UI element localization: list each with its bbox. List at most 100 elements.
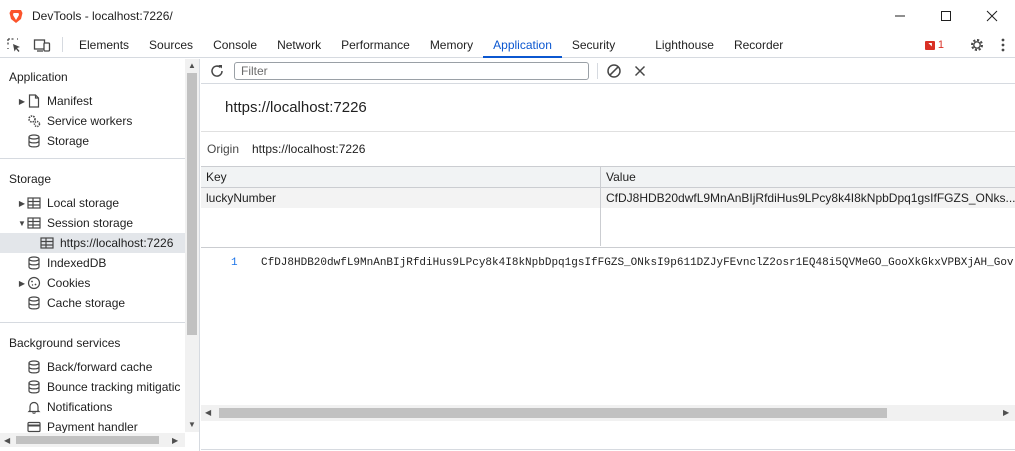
gears-icon	[27, 114, 41, 128]
sidebar-item-cache-storage[interactable]: Cache storage	[0, 293, 199, 313]
scrollbar-thumb[interactable]	[187, 73, 197, 335]
window-title: DevTools - localhost:7226/	[32, 9, 173, 23]
tab-recorder[interactable]: Recorder	[724, 32, 793, 57]
issues-counter[interactable]: 1	[924, 39, 944, 51]
toolbar-divider	[597, 63, 598, 79]
scroll-down-arrow-icon[interactable]: ▼	[188, 420, 196, 429]
sidebar-item-indexeddb[interactable]: IndexedDB	[0, 253, 199, 273]
section-background-header: Background services	[9, 336, 121, 350]
empty-cell	[601, 227, 1015, 246]
scroll-right-arrow-icon[interactable]: ▶	[1003, 408, 1009, 417]
sidebar-item-label: Local storage	[47, 196, 120, 210]
cookie-icon	[27, 276, 41, 290]
card-icon	[27, 420, 41, 434]
sidebar-item-label: Back/forward cache	[47, 360, 153, 374]
sidebar-item-back-forward-cache[interactable]: Back/forward cache	[0, 357, 199, 377]
database-icon	[27, 380, 41, 394]
scroll-left-arrow-icon[interactable]: ◀	[4, 436, 10, 445]
close-icon	[634, 65, 646, 77]
brave-logo-icon	[9, 10, 23, 23]
maximize-button[interactable]	[923, 0, 969, 32]
sidebar-item-notifications[interactable]: Notifications	[0, 397, 199, 417]
device-toolbar-button[interactable]	[28, 32, 56, 57]
storage-toolbar	[201, 59, 1015, 84]
session-storage-panel: https://localhost:7226 Origin https://lo…	[201, 59, 1015, 451]
scrollbar-thumb[interactable]	[16, 436, 159, 444]
column-header-value[interactable]: Value	[601, 167, 1015, 187]
table-icon	[40, 236, 54, 250]
file-icon	[27, 94, 41, 108]
issue-flag-icon	[924, 40, 935, 50]
column-header-key[interactable]: Key	[201, 167, 601, 187]
sidebar-item-manifest[interactable]: ▶ Manifest	[0, 91, 199, 111]
issues-count: 1	[937, 39, 944, 51]
clear-all-button[interactable]	[606, 63, 622, 79]
tab-network[interactable]: Network	[267, 32, 331, 57]
sidebar-item-label: Notifications	[47, 400, 113, 414]
more-options-button[interactable]	[991, 38, 1015, 52]
database-icon	[27, 296, 41, 310]
minimize-icon	[895, 15, 905, 17]
application-sidebar: Application ▶ Manifest Service workers S…	[0, 59, 200, 451]
sidebar-item-cookies[interactable]: ▶ Cookies	[0, 273, 199, 293]
sidebar-item-label: Payment handler	[47, 420, 138, 434]
sidebar-horizontal-scrollbar[interactable]: ◀ ▶	[0, 433, 185, 447]
table-row[interactable]: luckyNumber CfDJ8HDB20dwfL9MnAnBIjRfdiHu…	[201, 188, 1015, 208]
tab-sources[interactable]: Sources	[139, 32, 203, 57]
sidebar-item-label: Cache storage	[47, 296, 126, 310]
sidebar-item-session-origin[interactable]: https://localhost:7226	[0, 233, 185, 253]
tab-console[interactable]: Console	[203, 32, 267, 57]
value-preview: 1 CfDJ8HDB20dwfL9MnAnBIjRfdiHus9LPcy8k4I…	[201, 249, 1015, 409]
sidebar-item-label: Cookies	[47, 276, 91, 290]
database-icon	[27, 256, 41, 270]
empty-row[interactable]	[201, 208, 1015, 227]
sidebar-item-label: Session storage	[47, 216, 134, 230]
empty-row[interactable]	[201, 227, 1015, 246]
tab-lighthouse[interactable]: Lighthouse	[645, 32, 724, 57]
preview-text[interactable]: CfDJ8HDB20dwfL9MnAnBIjRfdiHus9LPcy8k4I8k…	[261, 257, 1015, 269]
origin-value: https://localhost:7226	[252, 142, 366, 156]
inspect-icon	[7, 37, 20, 52]
tab-application[interactable]: Application	[483, 32, 562, 58]
device-icon	[33, 38, 51, 52]
refresh-button[interactable]	[209, 63, 225, 82]
sidebar-item-service-workers[interactable]: Service workers	[0, 111, 199, 131]
tab-memory[interactable]: Memory	[420, 32, 483, 57]
expand-arrow-icon[interactable]: ▶	[17, 199, 27, 208]
expand-arrow-icon[interactable]: ▶	[17, 279, 27, 288]
sidebar-vertical-scrollbar[interactable]: ▲ ▼	[185, 59, 199, 432]
block-icon	[607, 64, 621, 78]
row-key-cell[interactable]: luckyNumber	[201, 188, 601, 208]
origin-row: Origin https://localhost:7226	[201, 132, 1015, 166]
minimize-button[interactable]	[877, 0, 923, 32]
collapse-arrow-icon[interactable]: ▼	[17, 219, 27, 228]
row-value-cell[interactable]: CfDJ8HDB20dwfL9MnAnBIjRfdiHus9LPcy8k4I8k…	[601, 188, 1015, 208]
origin-heading: https://localhost:7226	[201, 84, 1015, 132]
sidebar-item-bounce-tracking[interactable]: Bounce tracking mitigatic	[0, 377, 199, 397]
sidebar-item-label: IndexedDB	[47, 256, 107, 270]
expand-arrow-icon[interactable]: ▶	[17, 97, 27, 106]
sidebar-item-label: Service workers	[47, 114, 133, 128]
sidebar-item-local-storage[interactable]: ▶ Local storage	[0, 193, 199, 213]
window-controls	[877, 0, 1015, 32]
delete-selected-button[interactable]	[634, 65, 646, 77]
database-icon	[27, 134, 41, 148]
scroll-left-arrow-icon[interactable]: ◀	[205, 408, 211, 417]
empty-cell	[201, 227, 601, 246]
tab-security[interactable]: Security	[562, 32, 645, 57]
preview-horizontal-scrollbar[interactable]: ◀ ▶	[201, 405, 1015, 421]
empty-cell	[201, 208, 601, 227]
scroll-right-arrow-icon[interactable]: ▶	[172, 436, 178, 445]
scrollbar-thumb[interactable]	[219, 408, 887, 418]
scroll-up-arrow-icon[interactable]: ▲	[188, 61, 196, 70]
settings-button[interactable]	[963, 37, 991, 53]
toolbar-divider	[62, 37, 63, 52]
tab-elements[interactable]: Elements	[69, 32, 139, 57]
tab-performance[interactable]: Performance	[331, 32, 420, 57]
sidebar-item-session-storage[interactable]: ▼ Session storage	[0, 213, 199, 233]
maximize-icon	[941, 11, 951, 21]
close-window-button[interactable]	[969, 0, 1015, 32]
sidebar-item-storage[interactable]: Storage	[0, 131, 199, 151]
inspect-element-button[interactable]	[0, 32, 28, 57]
filter-input[interactable]	[234, 62, 589, 80]
